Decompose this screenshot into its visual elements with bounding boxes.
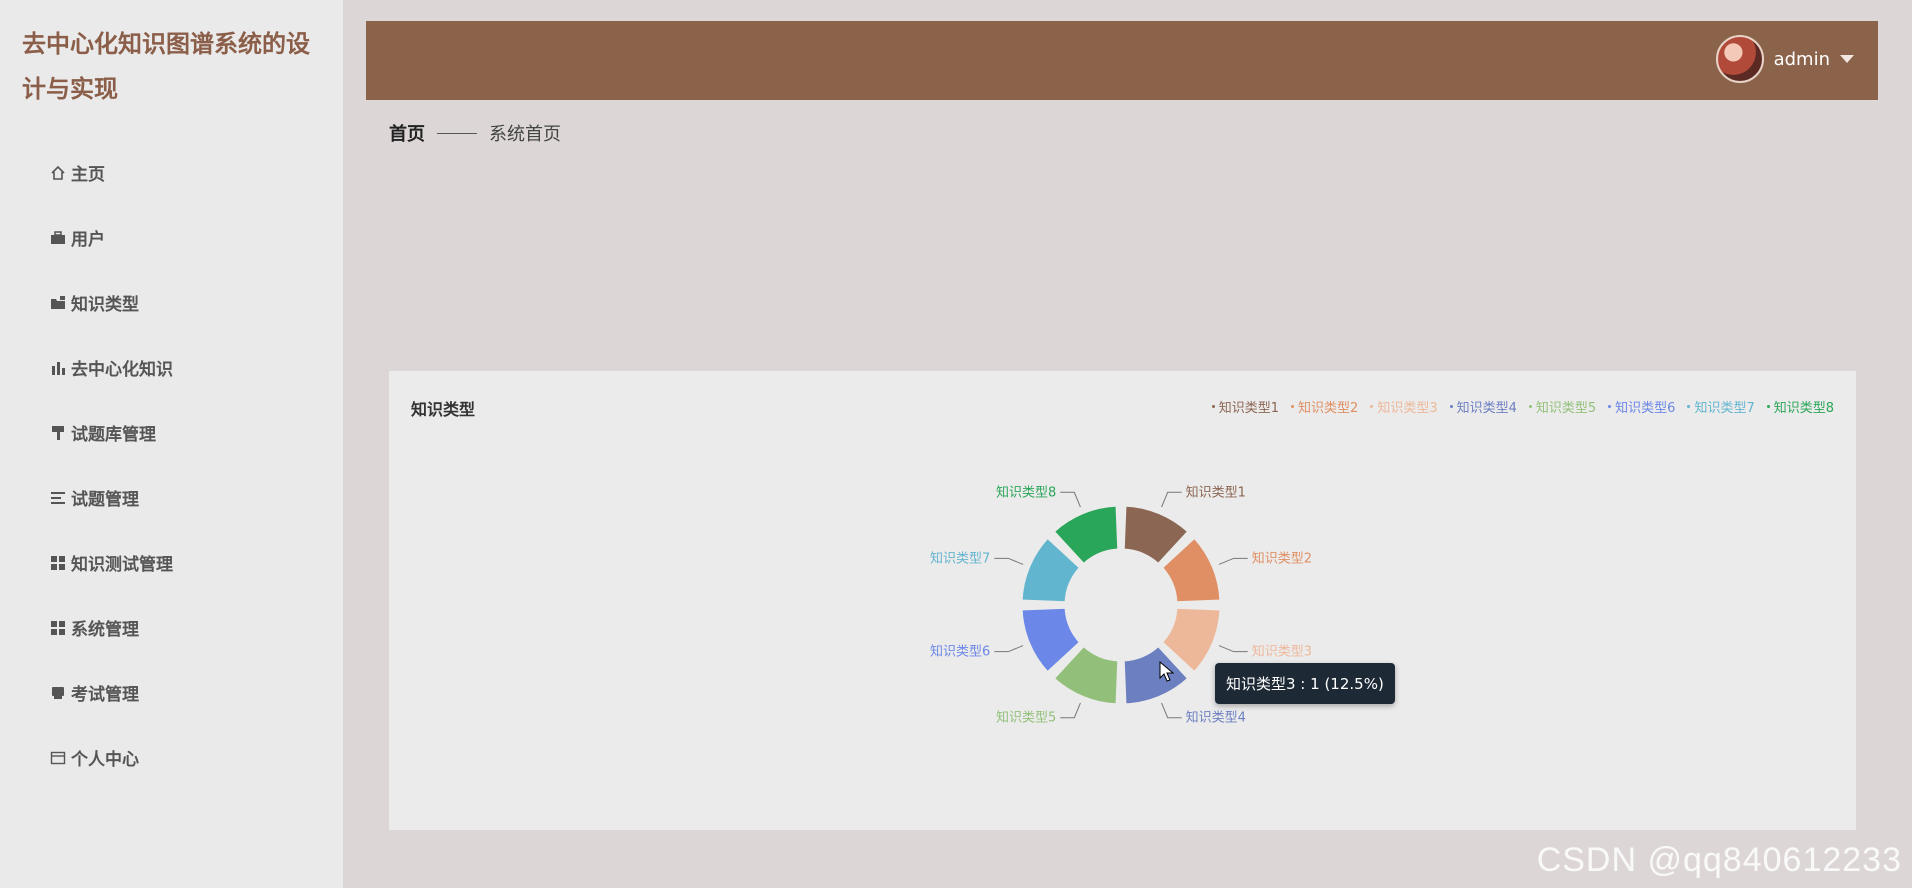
sidebar-item-label: 主页 [71,165,105,185]
paint-roller-icon [49,424,67,442]
slice-label-line [1161,702,1182,719]
slice-label-line [1060,491,1081,508]
sidebar-item-exams[interactable]: 考试管理 [0,660,343,725]
sidebar-item-label: 个人中心 [71,750,139,770]
sidebar-item-knowledge-tests[interactable]: 知识测试管理 [0,530,343,595]
printer-icon [49,684,67,702]
slice-label: 知识类型5 [996,710,1056,726]
briefcase-icon [49,229,67,247]
chart-tooltip: 知识类型3 : 1 (12.5%) [1215,663,1395,704]
avatar[interactable] [1715,35,1764,83]
sidebar-item-decentralized-knowledge[interactable]: 去中心化知识 [0,335,343,400]
sidebar-item-label: 知识测试管理 [71,555,173,575]
card-icon [49,749,67,767]
breadcrumb: 首页 系统首页 [389,120,561,146]
breadcrumb-current: 系统首页 [489,124,561,145]
donut-chart: 知识类型1 知识类型2 知识类型3 知识类型4 知识类型5 知识类型6 知识类型7 知识类型8 [930,484,1312,726]
folder-icon [49,294,67,312]
app-title: 去中心化知识图谱系统的设计与实现 [22,30,310,103]
breadcrumb-home[interactable]: 首页 [389,120,425,146]
slice-label: 知识类型1 [1186,484,1246,500]
sidebar-item-label: 考试管理 [71,685,139,705]
sidebar-menu: 主页 用户 知识类型 去中心化知识 试题库管理 试题管理 知识测试管理 系统管理… [0,140,343,790]
grid-icon [49,554,67,572]
sidebar-item-system[interactable]: 系统管理 [0,595,343,660]
sidebar-item-questions[interactable]: 试题管理 [0,465,343,530]
slice-label: 知识类型7 [930,550,990,566]
grid-icon [49,619,67,637]
user-menu[interactable]: admin [1715,35,1854,83]
sidebar-item-home[interactable]: 主页 [0,140,343,205]
sidebar-item-profile[interactable]: 个人中心 [0,725,343,790]
top-header: admin [366,21,1878,100]
slice-label-line [1218,557,1248,565]
list-icon [49,489,67,507]
slice-label-line [1060,702,1081,719]
bar-chart-icon [49,359,67,377]
username[interactable]: admin [1774,49,1830,70]
slice-label-line [1161,491,1182,508]
watermark: CSDN @qq840612233 [1536,841,1902,879]
caret-down-icon[interactable] [1840,55,1854,63]
home-icon [49,164,67,182]
sidebar-item-label: 用户 [71,230,105,250]
sidebar-item-users[interactable]: 用户 [0,205,343,270]
slice-label-line [1218,645,1248,653]
sidebar-item-question-bank[interactable]: 试题库管理 [0,400,343,465]
slice-label: 知识类型8 [996,484,1056,500]
slice-label: 知识类型2 [1252,550,1312,566]
slice-label-line [994,557,1024,565]
sidebar-item-label: 去中心化知识 [71,360,173,380]
chart-card: 知识类型 知识类型1 知识类型2 知识类型3 知识类型4 知识类型5 知识类型6 知识类型7… [389,371,1856,830]
breadcrumb-separator [437,132,477,134]
sidebar-item-label: 系统管理 [71,620,139,640]
slice-label: 知识类型6 [930,644,990,660]
sidebar-item-label: 试题管理 [71,490,139,510]
sidebar-item-label: 知识类型 [71,295,139,315]
sidebar-item-label: 试题库管理 [71,425,156,445]
sidebar-item-knowledge-types[interactable]: 知识类型 [0,270,343,335]
slice-label: 知识类型3 [1252,644,1312,660]
slice-label-line [994,645,1024,653]
slice-label: 知识类型4 [1186,710,1246,726]
mouse-cursor-icon [1159,661,1175,682]
sidebar: 去中心化知识图谱系统的设计与实现 主页 用户 知识类型 去中心化知识 试题库管理… [0,0,343,888]
